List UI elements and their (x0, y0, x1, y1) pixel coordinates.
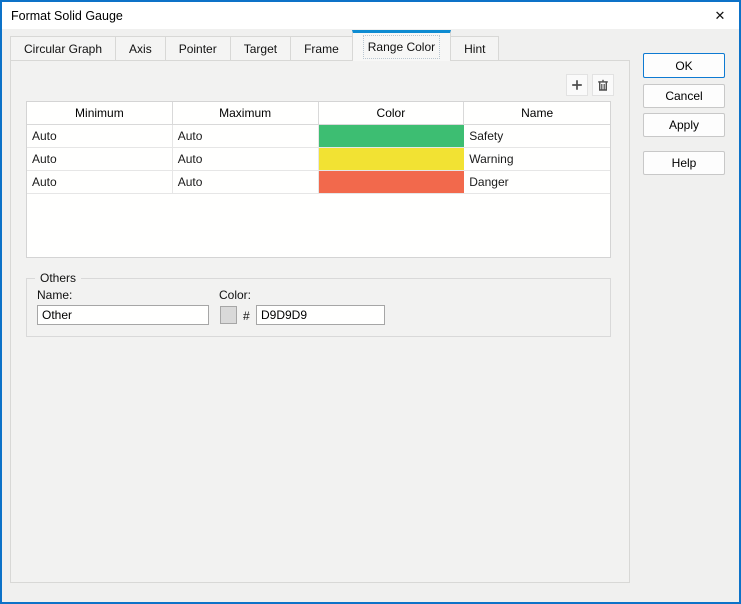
cell-color-swatch[interactable] (319, 125, 465, 147)
cell-minimum[interactable]: Auto (27, 125, 173, 147)
ok-button[interactable]: OK (643, 53, 725, 78)
table-row-warning[interactable]: Auto Auto Warning (27, 148, 610, 171)
help-button[interactable]: Help (643, 151, 725, 175)
others-group-legend: Others (35, 271, 81, 285)
other-name-input[interactable] (37, 305, 209, 325)
column-header-color: Color (319, 102, 465, 124)
other-color-hex-input[interactable] (256, 305, 385, 325)
tab-range-color[interactable]: Range Color (352, 30, 451, 61)
column-header-minimum: Minimum (27, 102, 173, 124)
table-row-danger[interactable]: Auto Auto Danger (27, 171, 610, 194)
plus-icon (571, 79, 583, 91)
cell-minimum[interactable]: Auto (27, 148, 173, 170)
others-group: Others Name: Color: # (26, 278, 611, 337)
cell-name[interactable]: Safety (464, 125, 610, 147)
add-range-button[interactable] (566, 74, 588, 96)
cell-maximum[interactable]: Auto (173, 148, 319, 170)
tab-axis[interactable]: Axis (115, 36, 166, 60)
delete-range-button[interactable] (592, 74, 614, 96)
column-header-name: Name (464, 102, 610, 124)
cell-name[interactable]: Warning (464, 148, 610, 170)
dialog-title: Format Solid Gauge (2, 9, 123, 23)
color-label: Color: (219, 288, 251, 302)
apply-button[interactable]: Apply (643, 113, 725, 137)
range-color-panel: Minimum Maximum Color Name Auto Auto Saf… (10, 60, 630, 583)
tab-circular-graph[interactable]: Circular Graph (10, 36, 116, 60)
cell-color-swatch[interactable] (319, 148, 465, 170)
tab-strip: Circular Graph Axis Pointer Target Frame… (10, 29, 498, 60)
other-color-swatch[interactable] (220, 306, 237, 324)
tab-hint[interactable]: Hint (450, 36, 499, 60)
cell-color-swatch[interactable] (319, 171, 465, 193)
range-table: Minimum Maximum Color Name Auto Auto Saf… (26, 101, 611, 258)
tab-frame[interactable]: Frame (290, 36, 353, 60)
format-solid-gauge-dialog: Format Solid Gauge ✕ Circular Graph Axis… (0, 0, 741, 604)
cell-name[interactable]: Danger (464, 171, 610, 193)
cell-maximum[interactable]: Auto (173, 125, 319, 147)
column-header-maximum: Maximum (173, 102, 319, 124)
cell-minimum[interactable]: Auto (27, 171, 173, 193)
close-icon[interactable]: ✕ (701, 2, 739, 29)
name-label: Name: (37, 288, 72, 302)
cancel-button[interactable]: Cancel (643, 84, 725, 108)
table-row-safety[interactable]: Auto Auto Safety (27, 125, 610, 148)
titlebar: Format Solid Gauge ✕ (2, 2, 739, 29)
trash-icon (597, 79, 609, 91)
cell-maximum[interactable]: Auto (173, 171, 319, 193)
hash-symbol: # (243, 309, 250, 323)
tab-target[interactable]: Target (230, 36, 291, 60)
tab-pointer[interactable]: Pointer (165, 36, 231, 60)
range-table-header: Minimum Maximum Color Name (27, 102, 610, 125)
